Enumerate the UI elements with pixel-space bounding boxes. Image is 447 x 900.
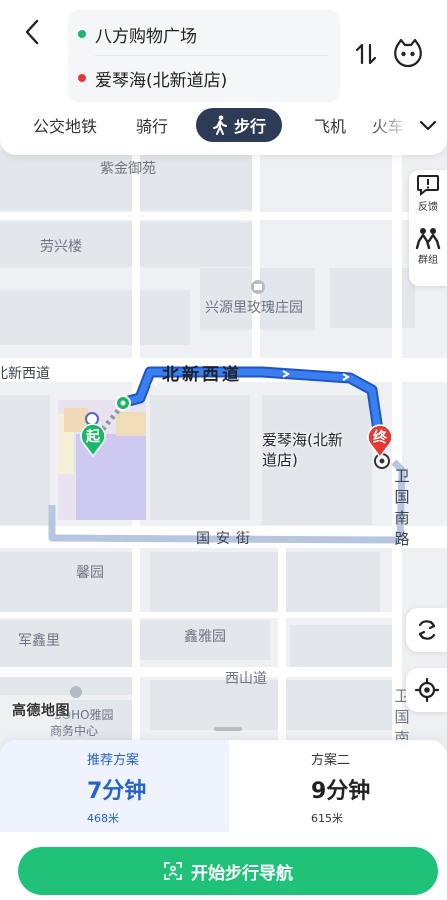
group-label: 群组 [418, 255, 438, 266]
feedback-label: 反馈 [418, 202, 438, 213]
plan-1-time: 7分钟 [87, 779, 147, 804]
start-marker-label: 起 [86, 429, 100, 445]
tab-transit[interactable]: 公交地铁 [24, 108, 106, 142]
tabs-fade [370, 108, 410, 144]
plan-two[interactable]: 方案二 9分钟 615米 [229, 740, 447, 832]
top-card: 八方购物广场 爱琴海(北新道店) 公交地铁 骑行 步行 飞机 [0, 0, 447, 155]
route-plans-sheet: 推荐方案 7分钟 468米 方案二 9分钟 615米 开始步行导航 [0, 740, 447, 900]
group-icon [415, 228, 441, 249]
destination-row[interactable]: 爱琴海(北新道店) [68, 56, 340, 100]
poi-xingyuan: 兴源里玫瑰庄园 [205, 300, 303, 316]
plan-recommended[interactable]: 推荐方案 7分钟 468米 [0, 740, 229, 832]
road-xishan: 西山道 [225, 671, 267, 687]
start-marker[interactable]: 起 [80, 423, 106, 458]
refresh-icon [418, 620, 435, 640]
tab-walk[interactable]: 步行 [196, 108, 282, 142]
tab-bike-label: 骑行 [135, 117, 168, 136]
back-arrow-icon [25, 19, 39, 45]
group-button[interactable]: 群组 [415, 227, 441, 266]
assistant-face-icon [394, 38, 422, 68]
poi-xinyuan: 馨园 [76, 565, 104, 581]
chevron-down-icon [419, 120, 437, 131]
swap-icon [355, 43, 377, 65]
poi-xinya: 鑫雅园 [184, 629, 226, 645]
sheet-drag-handle[interactable] [214, 727, 242, 731]
start-walk-navigation-label: 开始步行导航 [191, 863, 293, 884]
map-logo: 高德地图 [12, 703, 70, 719]
back-button[interactable] [14, 12, 50, 52]
tab-flight[interactable]: 飞机 [302, 108, 358, 142]
destination-map-label: 爱琴海(北新道店) [262, 431, 343, 469]
locate-me-button[interactable] [406, 668, 447, 712]
poi-laoxing: 劳兴楼 [40, 239, 82, 255]
origin-row[interactable]: 八方购物广场 [68, 12, 340, 56]
tab-walk-label: 步行 [233, 117, 266, 136]
end-marker[interactable]: 终 [367, 424, 393, 459]
origin-dot [78, 30, 86, 38]
route-box: 八方购物广场 爱琴海(北新道店) [68, 10, 340, 102]
poi-shangwu: 商务中心 [50, 724, 99, 738]
destination-text: 爱琴海(北新道店) [95, 70, 228, 91]
locate-icon [414, 678, 439, 702]
refresh-route-button[interactable] [406, 608, 447, 652]
road-beixinxi: 北新西道 [162, 365, 242, 385]
plan-1-distance: 468米 [87, 812, 119, 825]
walk-icon [212, 115, 228, 135]
plan-2-time: 9分钟 [311, 779, 371, 804]
assistant-button[interactable] [391, 36, 425, 70]
plan-2-distance: 615米 [311, 812, 343, 825]
tab-bike[interactable]: 骑行 [124, 108, 180, 142]
plan-2-tag: 方案二 [311, 753, 351, 768]
road-beixinxi-left: 北新西道 [0, 366, 50, 382]
road-guoan: 国安街 [196, 531, 256, 547]
feedback-button[interactable]: 反馈 [416, 174, 440, 213]
poi-junxinli: 军鑫里 [18, 633, 60, 649]
more-modes-button[interactable] [414, 112, 442, 140]
destination-dot [78, 74, 86, 82]
start-walk-navigation-button[interactable]: 开始步行导航 [18, 847, 438, 895]
swap-button[interactable] [352, 38, 380, 70]
ar-scan-icon [163, 861, 183, 881]
poi-zijin: 紫金御苑 [100, 161, 156, 177]
side-toolbar: 反馈 群组 [409, 170, 447, 286]
plan-1-tag: 推荐方案 [87, 753, 140, 768]
travel-mode-tabs: 公交地铁 骑行 步行 飞机 火车 [0, 108, 410, 148]
feedback-icon [417, 175, 439, 196]
tab-flight-label: 飞机 [313, 117, 346, 136]
end-marker-label: 终 [373, 430, 387, 446]
tab-transit-label: 公交地铁 [32, 117, 97, 136]
road-weiguo-top: 卫国南路 [394, 467, 410, 548]
origin-text: 八方购物广场 [95, 26, 197, 47]
